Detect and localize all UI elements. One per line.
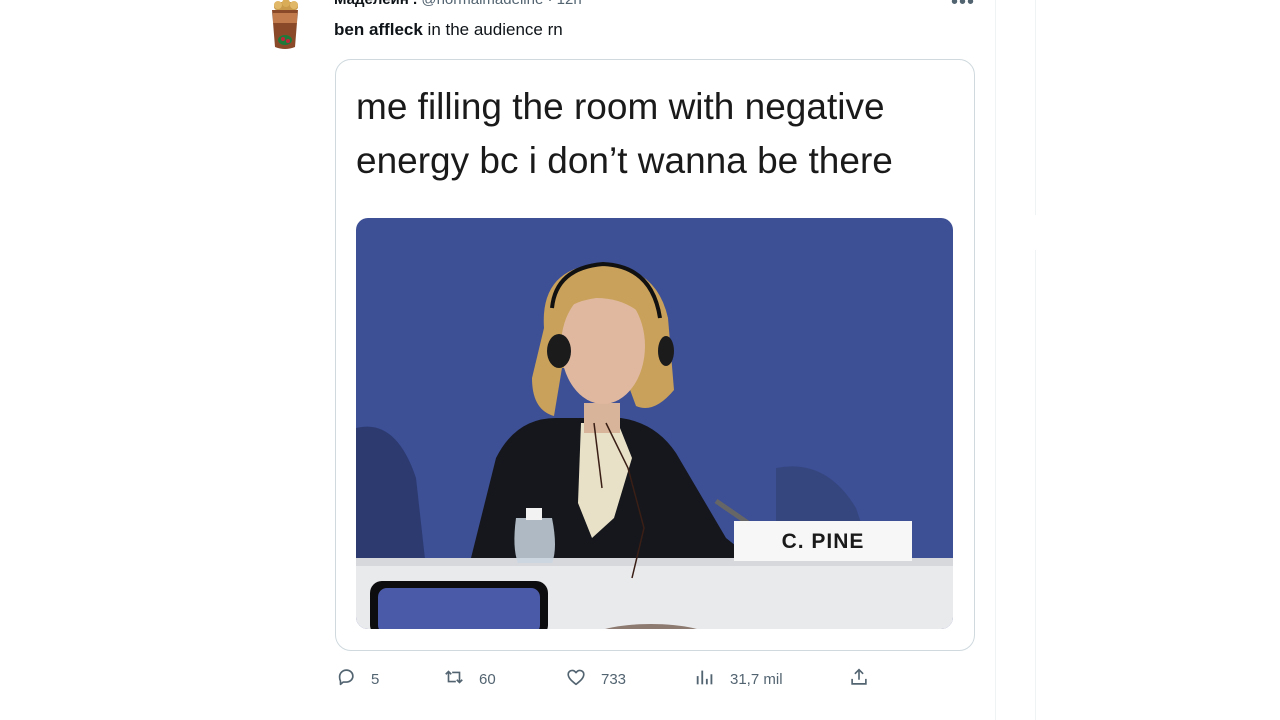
- timestamp[interactable]: 12h: [557, 0, 582, 8]
- like-count: 733: [601, 670, 627, 688]
- retweet-icon: [443, 666, 465, 692]
- avatar-image: [272, 0, 298, 49]
- more-dots-icon[interactable]: •••: [951, 0, 975, 12]
- reply-icon: [335, 666, 357, 692]
- like-button[interactable]: 733: [565, 666, 626, 692]
- share-button[interactable]: [848, 666, 870, 692]
- reply-count: 5: [371, 670, 380, 688]
- meme-caption: me filling the room with negative energy…: [356, 80, 966, 188]
- tweet-header: Маделейн . @normalmadeline · 12h: [334, 0, 582, 11]
- heart-icon: [565, 666, 587, 692]
- retweet-button[interactable]: 60: [443, 666, 496, 692]
- share-icon: [848, 666, 870, 692]
- tweet-text-bold: ben affleck: [334, 20, 423, 39]
- views-chart-icon: [694, 666, 716, 692]
- avatar[interactable]: [264, 0, 306, 52]
- tweet-text: ben affleck in the audience rn: [334, 20, 563, 40]
- nameplate-text: C. PINE: [782, 530, 865, 553]
- meme-caption-line: me filling the room with negative: [356, 86, 885, 127]
- tweet-text-rest: in the audience rn: [422, 20, 563, 39]
- meme-photo[interactable]: C. PINE: [356, 218, 953, 629]
- views-button[interactable]: 31,7 mil: [694, 666, 783, 692]
- views-count: 31,7 mil: [730, 670, 783, 688]
- user-handle[interactable]: @normalmadeline: [421, 0, 543, 8]
- retweet-count: 60: [479, 670, 496, 688]
- press-conference-photo: C. PINE: [356, 218, 953, 629]
- tweet-actions: 5 60 733 31,7 mil: [0, 666, 1280, 692]
- reply-button[interactable]: 5: [335, 666, 379, 692]
- meme-caption-line: energy bc i don’t wanna be there: [356, 140, 893, 181]
- sidebar-border: [1035, 0, 1036, 215]
- display-name[interactable]: Маделейн .: [334, 0, 417, 8]
- separator-dot: ·: [547, 0, 552, 8]
- sidebar-border: [1035, 250, 1036, 720]
- media-card[interactable]: me filling the room with negative energy…: [335, 59, 975, 651]
- timeline-border: [995, 0, 996, 720]
